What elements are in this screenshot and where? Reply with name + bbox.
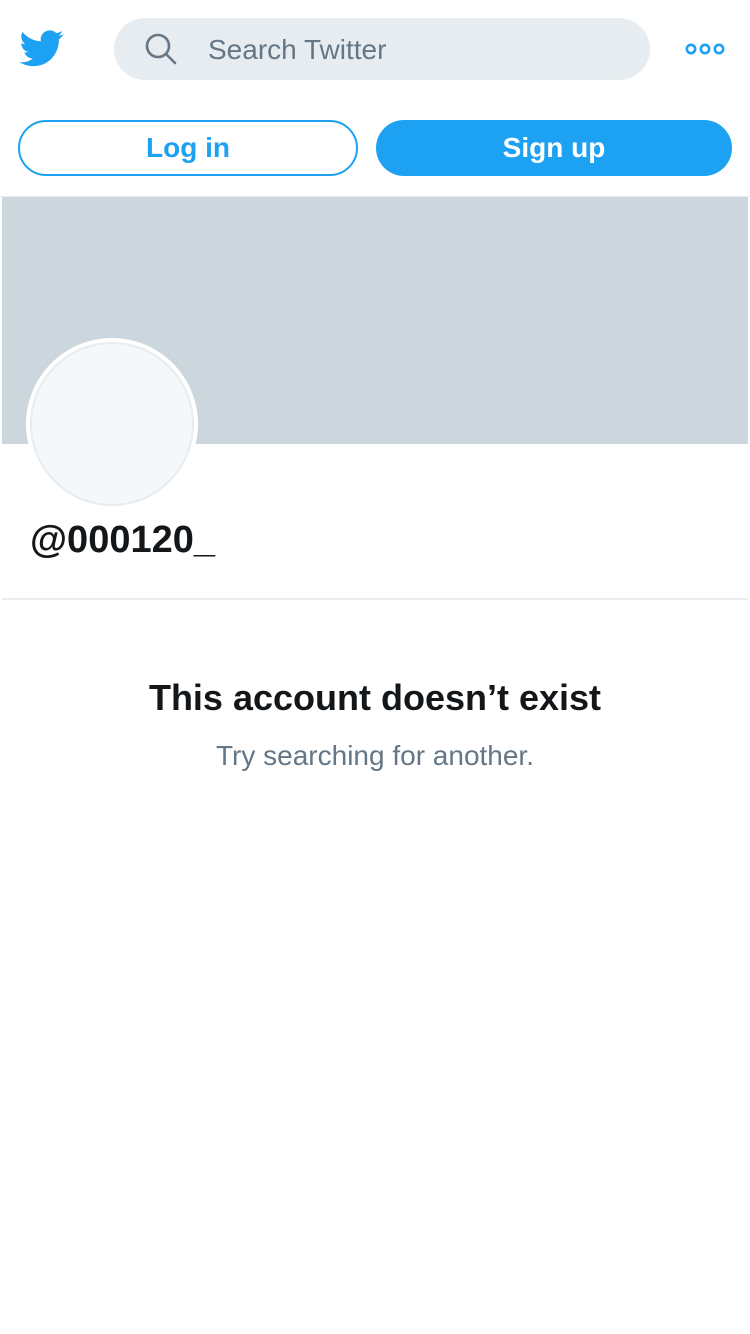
avatar-placeholder: [30, 342, 194, 506]
empty-state-title: This account doesn’t exist: [148, 677, 602, 718]
login-button[interactable]: Log in: [18, 120, 358, 176]
more-dots-icon[interactable]: [684, 40, 726, 58]
search-placeholder: Search Twitter: [208, 34, 387, 65]
search-input[interactable]: Search Twitter: [114, 18, 650, 80]
profile-divider: [2, 598, 748, 600]
profile-handle: @000120_: [30, 519, 215, 561]
profile-page: Search Twitter Log in Sign up @000120_ T…: [0, 0, 750, 1334]
search-icon: [145, 33, 177, 65]
top-bar: Search Twitter: [0, 0, 750, 100]
empty-state-subtitle: Try searching for another.: [215, 740, 534, 771]
avatar: [26, 338, 198, 510]
signup-button[interactable]: Sign up: [376, 120, 732, 176]
twitter-bird-icon[interactable]: [18, 26, 66, 70]
